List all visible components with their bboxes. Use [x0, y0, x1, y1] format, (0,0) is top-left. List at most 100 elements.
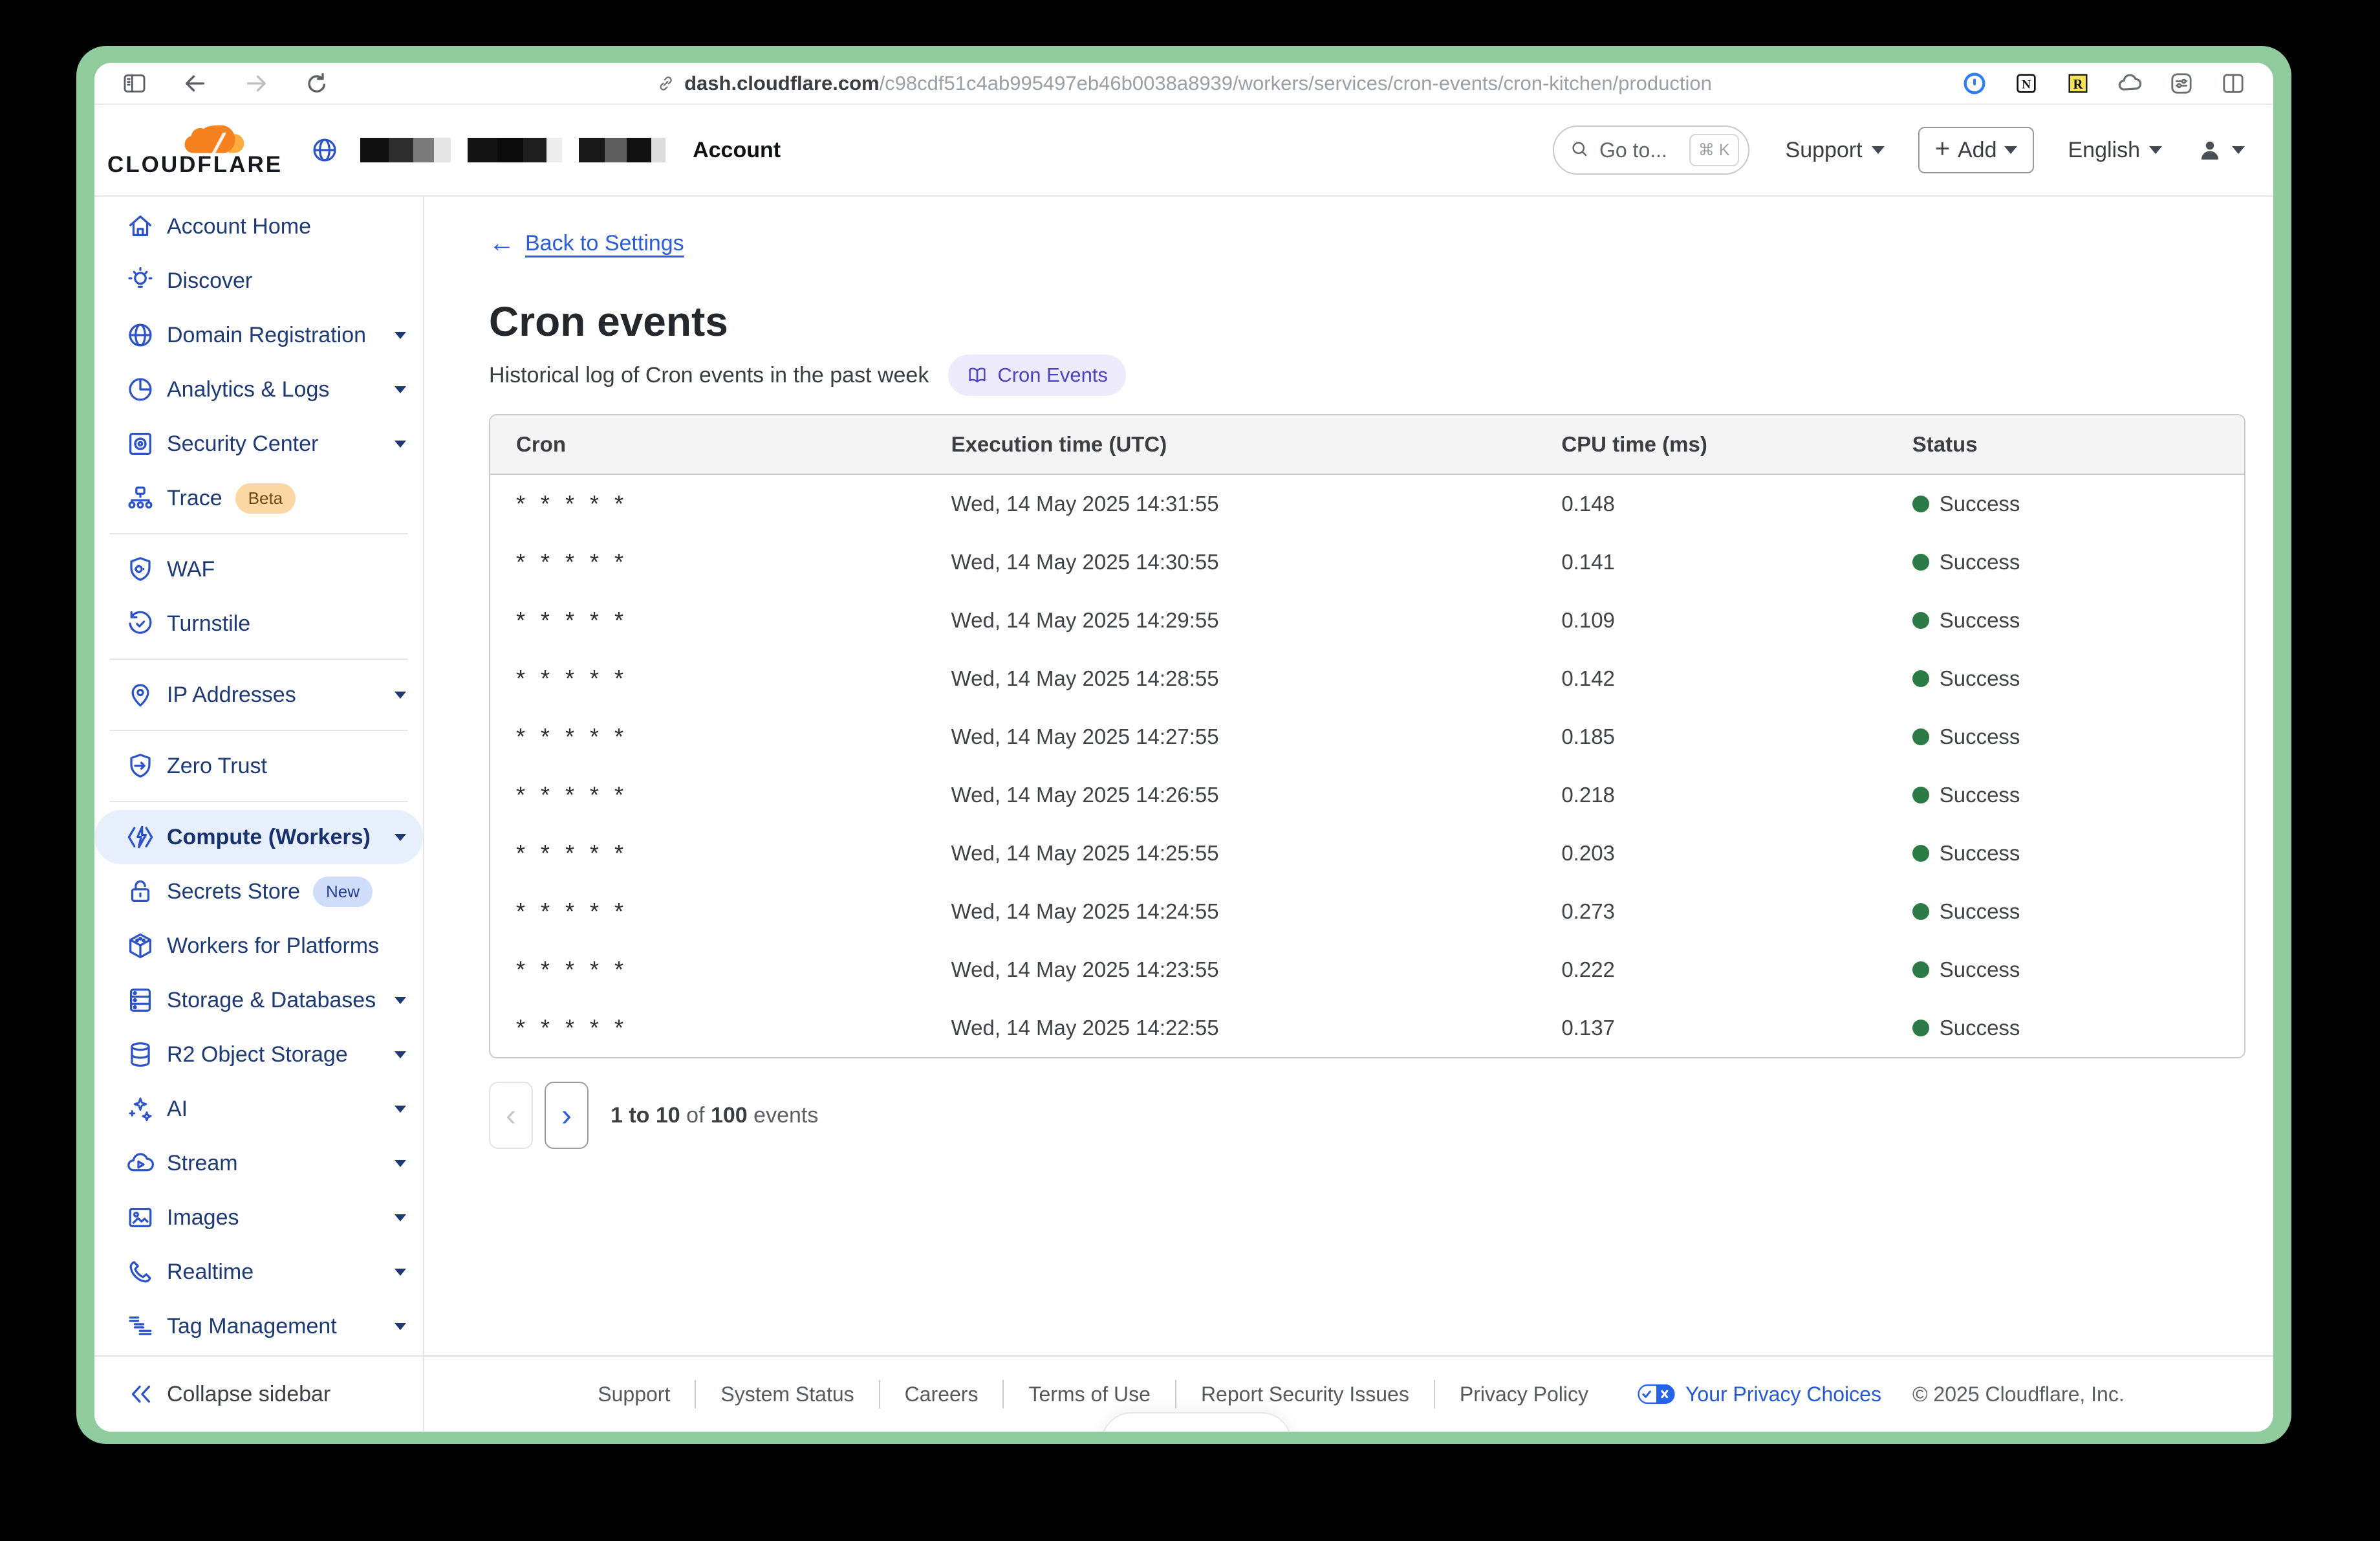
sidebar-item[interactable]: Analytics & Logs [94, 362, 423, 417]
add-button[interactable]: +Add [1918, 127, 2035, 173]
sidebar-item[interactable]: Workers for Platforms [94, 919, 423, 973]
footer-link[interactable]: System Status [696, 1383, 878, 1406]
collapse-sidebar-button[interactable]: Collapse sidebar [94, 1355, 423, 1432]
goto-search[interactable]: Go to... ⌘ K [1553, 126, 1749, 175]
cron-expression: * * * * * [490, 723, 925, 750]
back-arrow-icon[interactable] [182, 71, 208, 96]
execution-time: Wed, 14 May 2025 14:25:55 [925, 841, 1536, 866]
sidebar-item-label: Tag Management [167, 1314, 337, 1339]
sidebar-item[interactable]: Secrets Store New [94, 864, 423, 919]
status-cell: Success [1887, 957, 2244, 982]
sidebar-item[interactable]: Security Center [94, 417, 423, 471]
user-menu[interactable] [2196, 136, 2245, 164]
sidebar-item-label: Workers for Platforms [167, 934, 379, 959]
split-view-icon[interactable] [2220, 71, 2246, 96]
sidebar-item[interactable]: Trace Beta [94, 471, 423, 525]
browser-toolbar: dash.cloudflare.com/c98cdf51c4ab995497eb… [94, 63, 2273, 105]
sidebar-item[interactable]: IP Addresses [94, 668, 423, 722]
footer-link[interactable]: Support [573, 1383, 695, 1406]
column-header-cron: Cron [490, 432, 925, 457]
vault-icon [125, 429, 155, 459]
onepassword-icon[interactable] [1962, 71, 1987, 96]
forward-arrow-icon[interactable] [243, 71, 269, 96]
sidebar-item[interactable]: WAF [94, 542, 423, 596]
cloudflare-logo[interactable]: CLOUDFLARE [107, 122, 283, 178]
footer-link[interactable]: Careers [880, 1383, 1003, 1406]
sidebar-item[interactable]: Realtime [94, 1245, 423, 1299]
sidebar-item-label: Stream [167, 1151, 238, 1176]
r-extension-icon[interactable]: R [2065, 71, 2091, 96]
sidebar-item[interactable]: Zero Trust [94, 739, 423, 793]
phone-icon [125, 1257, 155, 1287]
tags-icon [125, 1311, 155, 1341]
status-cell: Success [1887, 1016, 2244, 1040]
language-menu[interactable]: English [2068, 138, 2162, 163]
sidebar-item[interactable]: Storage & Databases [94, 973, 423, 1027]
chevron-down-icon [395, 1269, 406, 1276]
privacy-choices-link[interactable]: Your Privacy Choices [1613, 1383, 1906, 1406]
sidebar-item[interactable]: Turnstile [94, 596, 423, 651]
success-dot-icon [1912, 670, 1929, 687]
cube-icon [125, 931, 155, 961]
sidebar-item-label: Turnstile [167, 611, 250, 637]
sidebar-item[interactable]: Domain Registration [94, 308, 423, 362]
success-dot-icon [1912, 496, 1929, 512]
cloudflare-cloud-icon [177, 122, 252, 156]
partial-dialog-label: Rebuild Studio [1103, 1428, 1290, 1432]
privacy-choices-icon [1638, 1384, 1675, 1404]
sidebar-item[interactable]: Stream [94, 1136, 423, 1190]
page-title: Cron events [489, 298, 2242, 345]
cpu-time: 0.141 [1535, 550, 1886, 574]
footer-link[interactable]: Privacy Policy [1435, 1383, 1613, 1406]
svg-text:N: N [2022, 78, 2031, 91]
cpu-time: 0.218 [1535, 783, 1886, 807]
shield-arrow-icon [125, 751, 155, 781]
globe-icon[interactable] [310, 135, 340, 165]
notion-icon[interactable]: N [2013, 71, 2039, 96]
chevron-down-icon [1872, 146, 1885, 154]
sidebar-item[interactable]: Tag Management [94, 1299, 423, 1353]
back-arrow-icon: ← [489, 230, 515, 256]
cpu-time: 0.109 [1535, 608, 1886, 633]
table-body: * * * * * Wed, 14 May 2025 14:31:55 0.14… [490, 475, 2244, 1057]
copyright: © 2025 Cloudflare, Inc. [1906, 1383, 2125, 1406]
table-row: * * * * * Wed, 14 May 2025 14:29:55 0.10… [490, 591, 2244, 650]
cpu-time: 0.222 [1535, 957, 1886, 982]
table-row: * * * * * Wed, 14 May 2025 14:30:55 0.14… [490, 533, 2244, 591]
reload-icon[interactable] [304, 71, 330, 96]
sidebar-item[interactable]: AI [94, 1082, 423, 1136]
sidebar-panel-icon[interactable] [122, 71, 147, 96]
footer-link[interactable]: Terms of Use [1004, 1383, 1174, 1406]
success-dot-icon [1912, 961, 1929, 978]
execution-time: Wed, 14 May 2025 14:26:55 [925, 783, 1536, 807]
previous-page-button[interactable]: ‹ [489, 1082, 533, 1149]
sidebar-item[interactable]: Compute (Workers) [94, 810, 423, 864]
home-icon [125, 212, 155, 241]
chevron-down-icon [395, 997, 406, 1004]
sidebar-item[interactable]: R2 Object Storage [94, 1027, 423, 1082]
search-icon [1570, 139, 1589, 162]
chevron-down-icon [395, 1160, 406, 1167]
back-to-settings-link[interactable]: ← Back to Settings [489, 230, 684, 256]
footer-link[interactable]: Report Security Issues [1176, 1383, 1434, 1406]
extensions-sliders-icon[interactable] [2169, 71, 2194, 96]
cloud-download-icon[interactable] [2117, 71, 2143, 96]
cron-events-doc-badge[interactable]: Cron Events [948, 355, 1126, 396]
sidebar-divider [110, 801, 407, 802]
pin-icon [125, 680, 155, 710]
chevron-down-icon [395, 332, 406, 339]
url-bar[interactable]: dash.cloudflare.com/c98cdf51c4ab995497eb… [656, 72, 1712, 95]
chevron-down-icon [395, 386, 406, 393]
support-menu[interactable]: Support [1786, 138, 1885, 163]
sidebar-item[interactable]: Account Home [94, 199, 423, 254]
browser-window: dash.cloudflare.com/c98cdf51c4ab995497eb… [94, 63, 2273, 1432]
sidebar-item[interactable]: Discover [94, 254, 423, 308]
cron-expression: * * * * * [490, 607, 925, 634]
chevron-down-icon [2149, 146, 2162, 154]
cron-expression: * * * * * [490, 549, 925, 576]
partial-dialog[interactable]: Rebuild Studio [1101, 1412, 1292, 1432]
sidebar-item[interactable]: Images [94, 1190, 423, 1245]
chevron-down-icon [395, 441, 406, 448]
next-page-button[interactable]: › [545, 1082, 589, 1149]
plus-icon: + [1935, 136, 1950, 162]
